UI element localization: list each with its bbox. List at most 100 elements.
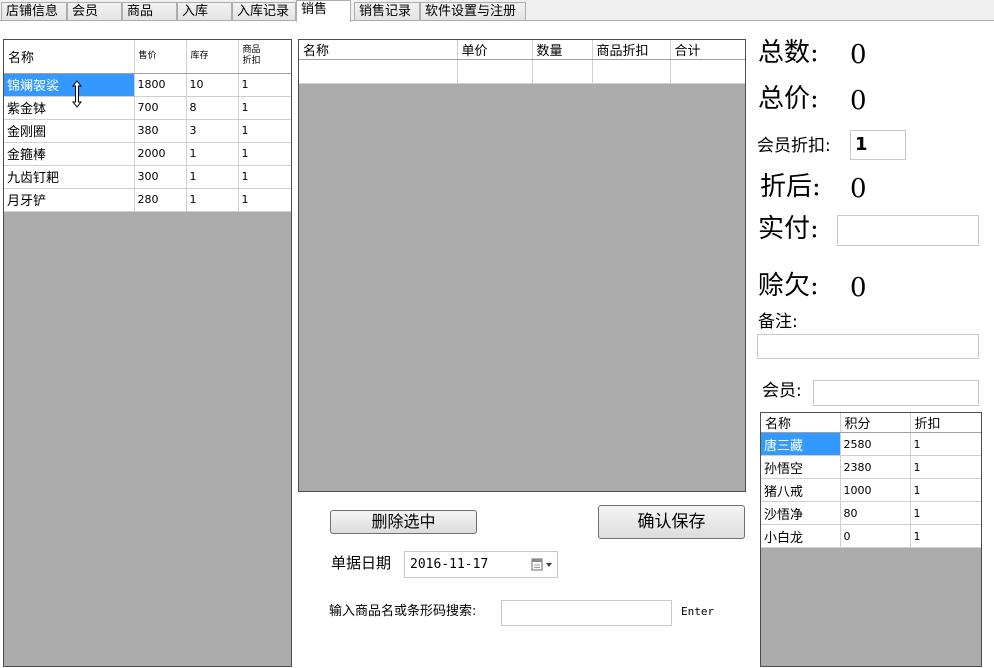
total-price-label: 总价: — [758, 84, 819, 114]
table-row[interactable]: 锦斓袈裟 1800 10 1 — [4, 73, 291, 97]
cell-stock[interactable]: 1 — [186, 188, 239, 212]
after-discount-value: 0 — [850, 174, 867, 204]
cell-member-name[interactable]: 唐三藏 — [761, 432, 841, 456]
column-header-stock[interactable]: 库存 — [186, 40, 239, 74]
cell-points[interactable]: 2380 — [840, 455, 911, 479]
cell-discount[interactable]: 1 — [238, 73, 291, 97]
cell-price[interactable]: 280 — [134, 188, 187, 212]
tab-stock-in-records[interactable]: 入库记录 — [232, 2, 296, 21]
table-row[interactable]: 唐三藏 2580 1 — [761, 432, 981, 456]
cell-member-name[interactable]: 孙悟空 — [761, 455, 841, 479]
cell-price[interactable]: 380 — [134, 119, 187, 143]
cell-points[interactable]: 80 — [840, 501, 911, 525]
cell-member-name[interactable]: 沙悟净 — [761, 501, 841, 525]
cell-name[interactable]: 紫金钵 — [4, 96, 135, 120]
tab-label: 销售 — [301, 2, 328, 17]
table-row[interactable]: 小白龙 0 1 — [761, 524, 981, 548]
cell-points[interactable]: 1000 — [840, 478, 911, 502]
cell-discount[interactable]: 1 — [910, 455, 981, 479]
column-header-name[interactable]: 名称 — [4, 40, 135, 74]
cell-points[interactable]: 2580 — [840, 432, 911, 456]
tab-label: 入库 — [182, 4, 209, 19]
column-header-total[interactable]: 合计 — [670, 40, 745, 60]
table-row[interactable]: 孙悟空 2380 1 — [761, 455, 981, 479]
calendar-icon[interactable] — [531, 558, 555, 572]
tab-sales-records[interactable]: 销售记录 — [354, 2, 420, 21]
cell-discount[interactable]: 1 — [238, 188, 291, 212]
cell-price[interactable]: 700 — [134, 96, 187, 120]
cart-grid[interactable]: 名称 单价 数量 商品折扣 合计 — [298, 39, 746, 492]
cell-price[interactable]: 1800 — [134, 73, 187, 97]
tab-stock-in[interactable]: 入库 — [177, 2, 232, 21]
cell-discount[interactable]: 1 — [238, 119, 291, 143]
cell-empty[interactable] — [670, 59, 745, 84]
tab-label: 店铺信息 — [6, 4, 59, 19]
search-input[interactable] — [501, 600, 672, 626]
cell-price[interactable]: 2000 — [134, 142, 187, 166]
bill-date-picker[interactable]: 2016-11-17 — [404, 551, 558, 578]
product-grid[interactable]: 名称 售价 库存 商品 折扣 锦斓袈裟 1800 10 1 紫金钵 700 8 1… — [3, 39, 292, 667]
cell-name[interactable]: 九齿钉耙 — [4, 165, 135, 189]
cell-stock[interactable]: 8 — [186, 96, 239, 120]
member-grid[interactable]: 名称 积分 折扣 唐三藏 2580 1 孙悟空 2380 1 猪八戒 1000 … — [760, 412, 982, 667]
tab-products[interactable]: 商品 — [122, 2, 177, 21]
cell-name[interactable]: 金刚圈 — [4, 119, 135, 143]
tab-settings-registration[interactable]: 软件设置与注册 — [420, 2, 526, 21]
column-header-name[interactable]: 名称 — [761, 413, 841, 433]
table-row[interactable]: 金箍棒 2000 1 1 — [4, 142, 291, 166]
cell-points[interactable]: 0 — [840, 524, 911, 548]
column-header-discount[interactable]: 商品折扣 — [592, 40, 671, 60]
remark-input[interactable] — [757, 334, 979, 359]
column-header-unit-price[interactable]: 单价 — [457, 40, 533, 60]
cell-empty[interactable] — [299, 59, 458, 84]
cell-discount[interactable]: 1 — [238, 96, 291, 120]
column-header-points[interactable]: 积分 — [840, 413, 911, 433]
chevron-down-icon — [546, 563, 552, 567]
table-row[interactable]: 猪八戒 1000 1 — [761, 478, 981, 502]
column-header-name[interactable]: 名称 — [299, 40, 458, 60]
cell-empty[interactable] — [532, 59, 593, 84]
tab-members[interactable]: 会员 — [67, 2, 122, 21]
column-header-discount[interactable]: 折扣 — [910, 413, 981, 433]
cell-stock[interactable]: 1 — [186, 165, 239, 189]
table-row[interactable]: 九齿钉耙 300 1 1 — [4, 165, 291, 189]
table-row[interactable]: 金刚圈 380 3 1 — [4, 119, 291, 143]
member-discount-input[interactable]: 1 — [850, 130, 906, 160]
cell-discount[interactable]: 1 — [910, 478, 981, 502]
member-search-input[interactable] — [813, 380, 979, 406]
table-row[interactable]: 紫金钵 700 8 1 — [4, 96, 291, 120]
paid-input[interactable] — [837, 215, 979, 246]
cell-discount[interactable]: 1 — [910, 524, 981, 548]
tab-sales[interactable]: 销售 — [296, 0, 351, 22]
cell-stock[interactable]: 3 — [186, 119, 239, 143]
column-header-discount[interactable]: 商品折扣 — [238, 40, 291, 74]
cell-discount[interactable]: 1 — [238, 142, 291, 166]
tab-label: 软件设置与注册 — [425, 4, 517, 19]
cell-name[interactable]: 月牙铲 — [4, 188, 135, 212]
cell-empty[interactable] — [457, 59, 533, 84]
cell-price[interactable]: 300 — [134, 165, 187, 189]
cell-name[interactable]: 锦斓袈裟 — [4, 73, 135, 97]
cell-stock[interactable]: 1 — [186, 142, 239, 166]
cell-empty[interactable] — [592, 59, 671, 84]
cell-name[interactable]: 金箍棒 — [4, 142, 135, 166]
delete-selected-button[interactable]: 删除选中 — [330, 510, 477, 534]
cell-discount[interactable]: 1 — [910, 501, 981, 525]
tab-bar: 店铺信息 会员 商品 入库 入库记录 销售 销售记录 软件设置与注册 — [0, 0, 994, 22]
bill-date-label: 单据日期 — [331, 554, 392, 572]
cell-member-name[interactable]: 小白龙 — [761, 524, 841, 548]
table-row[interactable]: 沙悟净 80 1 — [761, 501, 981, 525]
header-line: 商品 — [242, 45, 261, 56]
cell-stock[interactable]: 10 — [186, 73, 239, 97]
cell-discount[interactable]: 1 — [910, 432, 981, 456]
search-enter-hint: Enter — [681, 605, 715, 618]
cell-discount[interactable]: 1 — [238, 165, 291, 189]
after-discount-label: 折后: — [760, 172, 821, 202]
confirm-save-button[interactable]: 确认保存 — [598, 505, 745, 539]
column-header-price[interactable]: 售价 — [134, 40, 187, 74]
cell-member-name[interactable]: 猪八戒 — [761, 478, 841, 502]
table-row[interactable]: 月牙铲 280 1 1 — [4, 188, 291, 212]
tab-shop-info[interactable]: 店铺信息 — [1, 2, 67, 21]
column-header-quantity[interactable]: 数量 — [532, 40, 593, 60]
table-row-new[interactable] — [299, 59, 745, 84]
